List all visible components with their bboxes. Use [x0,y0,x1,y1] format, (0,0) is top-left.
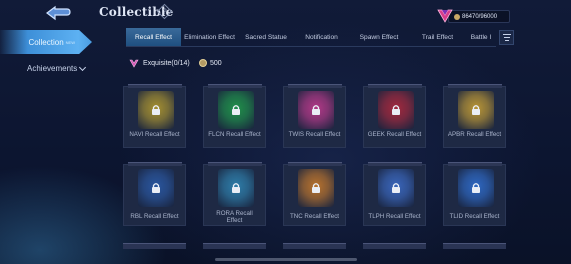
card-name: RBL Recall Effect [130,213,179,220]
lock-icon [472,183,480,193]
tab-bar: Recall Effect Elimination Effect Sacred … [126,28,496,46]
collectible-card[interactable]: APBR Recall Effect [443,84,506,148]
collectible-card[interactable]: RORA Recall Effect [203,162,266,226]
lock-icon [152,105,160,115]
collectible-card[interactable]: TWIS Recall Effect [283,84,346,148]
lock-icon [232,183,240,193]
card-ribbon [368,162,422,166]
card-ribbon [368,84,422,88]
card-ribbon [208,162,262,166]
lock-icon [472,105,480,115]
sidebar-item-achievements[interactable]: Achievements [27,63,87,73]
tab-trail-effect[interactable]: Trail Effect [409,28,466,46]
collectible-card[interactable]: TNC Recall Effect [283,162,346,226]
tab-sacred-statue[interactable]: Sacred Statue [238,28,294,46]
tab-divider [126,46,496,47]
card-name: GEEK Recall Effect [367,131,422,138]
sidebar-item-label: Achievements [27,64,78,73]
sidebar-item-label: Collection [28,37,64,47]
sidebar-item-collection[interactable]: Collection NEW [0,30,92,54]
tab-notification[interactable]: Notification [294,28,349,46]
filter-button[interactable] [499,30,514,45]
lock-icon [312,183,320,193]
card-name: TLPH Recall Effect [368,213,421,220]
fragment-icon [199,59,207,67]
back-button[interactable] [42,4,74,22]
card-name: TNC Recall Effect [289,213,340,220]
currency-pill: 86470/96000 [448,10,510,23]
tab-label: Battle I [470,33,492,41]
tab-label: Trail Effect [421,33,454,41]
card-name: TWIS Recall Effect [288,131,341,138]
fragment-count: 500 [210,60,222,67]
collectible-card[interactable]: RBL Recall Effect [123,162,186,226]
exquisite-gem-icon [129,59,139,68]
currency-display[interactable]: 86470/96000 [436,8,510,24]
tab-label: Elimination Effect [184,33,235,41]
lock-icon [152,183,160,193]
tab-label: Recall Effect [135,33,172,41]
tab-spawn-effect[interactable]: Spawn Effect [349,28,409,46]
tab-elimination-effect[interactable]: Elimination Effect [181,28,238,46]
card-partial[interactable] [123,243,186,249]
collectible-card[interactable]: NAVI Recall Effect [123,84,186,148]
category-label: Exquisite(0/14) [143,60,190,67]
collectible-card[interactable]: GEEK Recall Effect [363,84,426,148]
tab-label: Spawn Effect [359,33,399,41]
card-ribbon [288,162,342,166]
card-partial[interactable] [443,243,506,249]
card-ribbon [288,84,342,88]
card-name: NAVI Recall Effect [129,131,180,138]
card-name: RORA Recall Effect [216,210,253,224]
card-ribbon [448,162,502,166]
chevron-down-icon [79,63,87,71]
lock-icon [392,105,400,115]
new-badge: NEW [65,39,75,45]
card-name: FLCN Recall Effect [208,131,261,138]
coin-icon [454,13,460,20]
card-name: APBR Recall Effect [447,131,502,138]
tab-label: Notification [305,33,338,41]
back-arrow-icon [46,5,71,21]
card-partial[interactable] [203,243,266,249]
filter-icon [502,34,511,41]
tab-battle[interactable]: Battle I [466,28,496,46]
card-ribbon [208,84,262,88]
tab-label: Sacred Statue [245,33,287,41]
currency-value: 86470/96000 [462,13,498,20]
card-ribbon [128,84,182,88]
collectible-card[interactable]: FLCN Recall Effect [203,84,266,148]
home-indicator-bar[interactable] [215,258,357,261]
card-partial[interactable] [363,243,426,249]
diamond-gem-icon [437,9,453,23]
card-ribbon [128,162,182,166]
tab-recall-effect[interactable]: Recall Effect [126,28,181,46]
card-name: TLID Recall Effect [449,213,500,220]
lock-icon [392,183,400,193]
card-ribbon [448,84,502,88]
lock-icon [232,105,240,115]
lock-icon [312,105,320,115]
collectible-card[interactable]: TLPH Recall Effect [363,162,426,226]
collectible-card[interactable]: TLID Recall Effect [443,162,506,226]
card-partial[interactable] [283,243,346,249]
